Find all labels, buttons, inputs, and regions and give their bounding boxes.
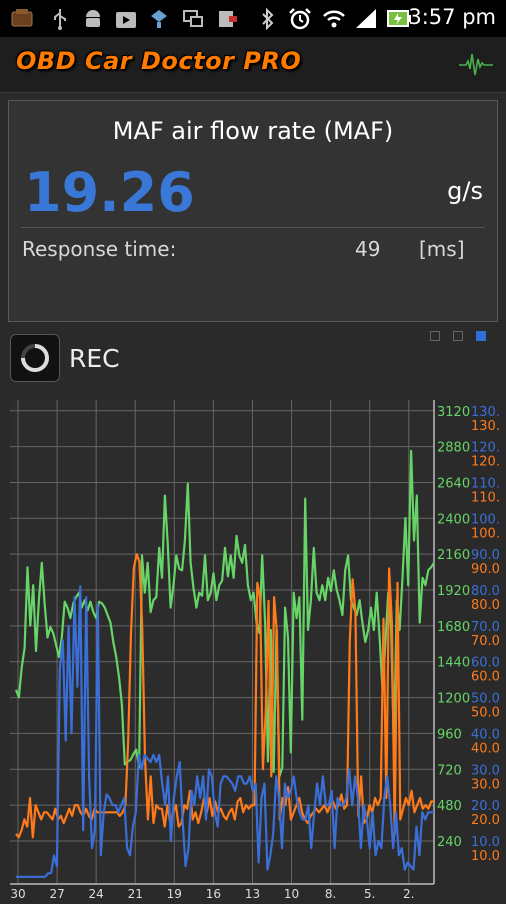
bluetooth-icon [260,8,276,30]
y-tick-label: 60.0 [471,670,500,685]
sensor-value: 19.26 [24,161,195,224]
x-tick-label: 13 [245,887,260,900]
screen-icon [182,8,204,28]
y-tick-label: 2640 [437,476,470,491]
y-tick-label: 20.0 [471,799,500,814]
y-tick-label: 10.0 [471,849,500,864]
app-icon [10,8,36,28]
y-tick-label: 20.0 [471,813,500,828]
y-tick-label: 80.0 [471,598,500,613]
response-time-unit: [ms] [419,237,465,261]
x-tick-label: 21 [128,887,143,900]
page-dot-active[interactable] [476,331,486,341]
y-tick-label: 1920 [437,584,470,599]
y-tick-label: 90.0 [471,548,500,563]
x-tick-label: 5. [364,887,375,900]
y-tick-label: 720 [437,763,462,778]
sensor-card[interactable]: MAF air flow rate (MAF) 19.26 g/s Respon… [8,100,498,322]
y-tick-label: 100. [471,526,500,541]
y-tick-label: 60.0 [471,656,500,671]
android-debug-icon [82,8,104,28]
y-tick-label: 120. [471,455,500,470]
y-tick-label: 1680 [437,620,470,635]
shop-icon [114,8,138,28]
card-divider [21,227,485,228]
y-tick-label: 50.0 [471,706,500,721]
y-tick-label: 2160 [437,548,470,563]
x-tick-label: 8. [325,887,336,900]
alarm-icon [288,8,312,30]
x-tick-label: 24 [89,887,104,900]
y-tick-label: 240 [437,835,462,850]
x-tick-label: 2. [403,887,414,900]
record-spinner-icon [21,344,49,372]
clock: 3:57 pm [408,5,496,29]
y-tick-label: 130. [471,419,500,434]
record-label: REC [69,344,120,373]
response-time-value: 49 [355,237,381,261]
y-tick-label: 1440 [437,656,470,671]
x-tick-label: 27 [49,887,64,900]
x-tick-label: 10 [284,887,299,900]
sensor-unit: g/s [447,177,483,205]
y-tick-label: 70.0 [471,634,500,649]
chart[interactable]: 3120 2880 2640 2400 2160 1920 1680 1440 1200 960 7… [0,386,506,901]
y-tick-label: 100. [471,512,500,527]
y-tick-label: 30.0 [471,777,500,792]
y-tick-label: 40.0 [471,727,500,742]
y-tick-label: 90.0 [471,562,500,577]
response-time-label: Response time: [22,237,177,261]
sensor-name: MAF air flow rate (MAF) [112,117,394,145]
y-tick-label: 50.0 [471,692,500,707]
record-button[interactable] [10,334,60,382]
x-tick-label: 30 [10,887,25,900]
pulse-icon[interactable] [458,49,494,79]
wifi-icon [322,8,346,28]
app-title: OBD Car Doctor PRO [16,47,302,75]
y-tick-label: 80.0 [471,584,500,599]
y-tick-label: 120. [471,441,500,456]
usb-icon [52,8,68,30]
app-bar: OBD Car Doctor PRO [0,37,506,93]
y-tick-label: 480 [437,799,462,814]
y-tick-label: 3120 [437,405,470,420]
y-tick-label: 110. [471,476,500,491]
page-indicator [430,331,490,343]
y-tick-label: 960 [437,727,462,742]
sd-icon [216,8,238,28]
y-tick-label: 110. [471,490,500,505]
y-tick-label: 40.0 [471,741,500,756]
signal-icon [354,8,378,28]
status-bar: 3:57 pm [0,0,506,37]
page-dot[interactable] [453,331,463,341]
y-tick-label: 130. [471,405,500,420]
x-tick-label: 19 [167,887,182,900]
notification-icon [148,8,170,28]
y-tick-label: 70.0 [471,620,500,635]
y-tick-label: 1200 [437,692,470,707]
y-tick-label: 2880 [437,441,470,456]
x-tick-label: 16 [206,887,221,900]
page-dot[interactable] [430,331,440,341]
y-tick-label: 30.0 [471,763,500,778]
y-tick-label: 10.0 [471,835,500,850]
y-tick-label: 2400 [437,512,470,527]
chart-svg: 3120 2880 2640 2400 2160 1920 1680 1440 1200 960 7… [10,400,500,901]
